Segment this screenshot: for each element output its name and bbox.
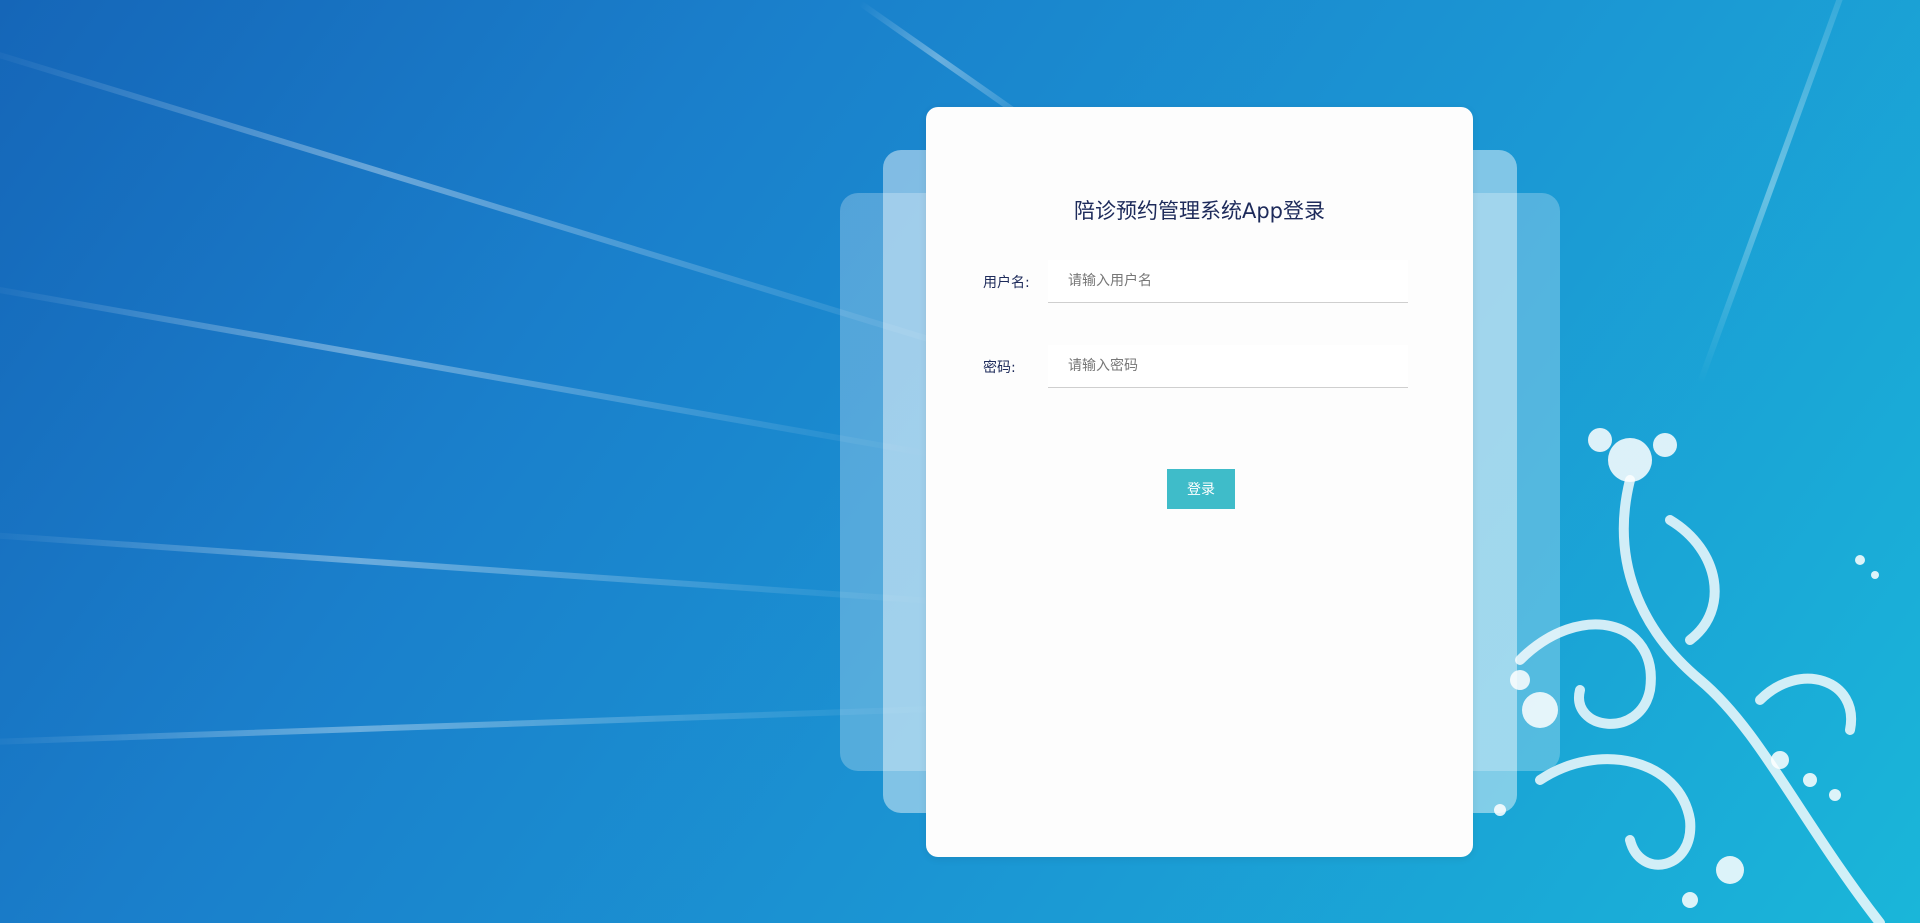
light-streak [1697,0,1881,385]
login-card: 陪诊预约管理系统App登录 用户名: 密码: 登录 [926,107,1473,857]
light-streak [0,280,946,460]
light-streak [0,530,958,606]
password-input[interactable] [1048,345,1408,388]
light-streak [0,705,960,746]
username-label: 用户名: [983,275,1030,291]
login-title: 陪诊预约管理系统App登录 [1073,199,1326,223]
password-label: 密码: [983,360,1016,376]
username-input[interactable] [1048,260,1408,303]
login-button[interactable]: 登录 [1167,469,1235,509]
